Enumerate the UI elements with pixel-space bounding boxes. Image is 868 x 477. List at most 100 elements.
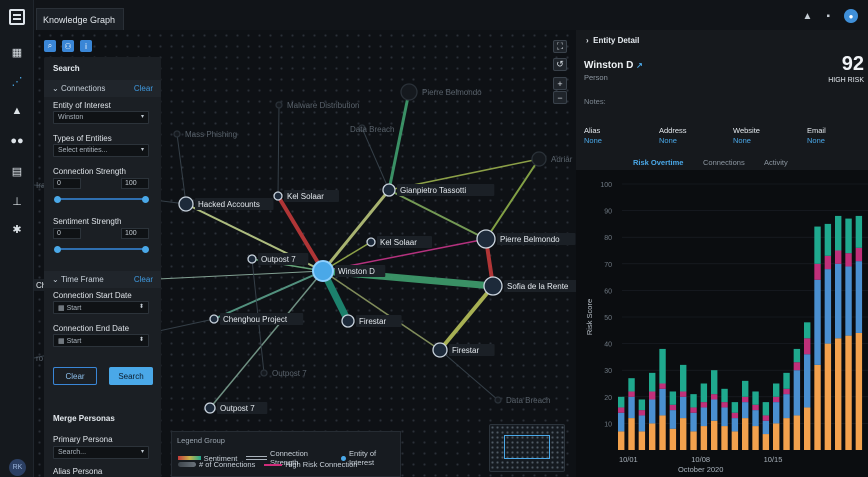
bar-segment[interactable] xyxy=(783,372,790,389)
clear-button[interactable]: Clear xyxy=(53,367,97,385)
info-icon[interactable]: i xyxy=(80,40,92,52)
tab-activity[interactable]: Activity xyxy=(764,158,788,170)
node-label[interactable]: Firestar xyxy=(359,317,386,326)
user-icon[interactable]: ● xyxy=(844,9,858,23)
slider-handle[interactable] xyxy=(54,195,61,203)
bar-segment[interactable] xyxy=(855,261,863,333)
node-label[interactable]: Sofia de la Rente xyxy=(507,282,569,291)
bar-segment[interactable] xyxy=(783,394,790,419)
graph-edge[interactable] xyxy=(439,349,499,401)
node-label[interactable]: Hacked Accounts xyxy=(198,200,260,209)
bar-segment[interactable] xyxy=(638,399,646,411)
bar-segment[interactable] xyxy=(731,431,739,450)
bar-segment[interactable] xyxy=(711,399,718,421)
node-label[interactable]: Outpost 7 xyxy=(272,369,307,378)
primary-persona-select[interactable]: Search... ▾ xyxy=(53,446,149,459)
bar-segment[interactable] xyxy=(638,410,646,416)
bar-segment[interactable] xyxy=(742,396,749,403)
bar-segment[interactable] xyxy=(855,332,863,450)
gear-icon[interactable]: ✱ xyxy=(0,219,34,239)
bar-segment[interactable] xyxy=(835,338,842,450)
reset-icon[interactable]: ↺ xyxy=(553,58,567,71)
node-label[interactable]: Gianpietro Tassotti xyxy=(400,186,466,195)
bar-segment[interactable] xyxy=(669,404,677,411)
bar-segment[interactable] xyxy=(773,383,780,397)
bar-segment[interactable] xyxy=(690,412,697,432)
node-label[interactable]: Malware Distribution xyxy=(287,101,359,110)
start-date-input[interactable]: ▦ Start ⬍ xyxy=(53,301,149,314)
bar-segment[interactable] xyxy=(711,420,718,450)
graph-node[interactable] xyxy=(247,254,257,264)
bar-segment[interactable] xyxy=(649,423,656,450)
graph-edge[interactable] xyxy=(361,127,390,191)
bar-segment[interactable] xyxy=(618,431,625,450)
graph-edge[interactable] xyxy=(485,158,540,240)
node-label[interactable]: Data Breach xyxy=(506,396,550,405)
bar-segment[interactable] xyxy=(814,279,821,365)
fit-icon[interactable]: ⛶ xyxy=(553,40,567,53)
bar-segment[interactable] xyxy=(752,404,759,411)
bar-segment[interactable] xyxy=(711,370,718,395)
bar-segment[interactable] xyxy=(824,343,832,450)
strength-min-input[interactable]: 0 xyxy=(53,178,81,189)
graph-node[interactable] xyxy=(209,314,219,324)
bar-segment[interactable] xyxy=(649,399,656,424)
bar-segment[interactable] xyxy=(628,378,635,392)
node-label[interactable]: Pierre Belmondo xyxy=(500,235,560,244)
bar-segment[interactable] xyxy=(659,388,666,416)
node-label[interactable]: Winston D xyxy=(338,267,375,276)
bar-segment[interactable] xyxy=(793,415,801,450)
node-label[interactable]: Adriar xyxy=(551,155,573,164)
bar-segment[interactable] xyxy=(690,394,697,408)
graph-edge[interactable] xyxy=(321,189,391,272)
bar-segment[interactable] xyxy=(824,269,832,344)
bar-segment[interactable] xyxy=(824,223,832,256)
bar-segment[interactable] xyxy=(814,226,821,264)
table-icon[interactable]: ▤ xyxy=(0,161,34,181)
bar-segment[interactable] xyxy=(845,218,852,254)
bar-segment[interactable] xyxy=(700,426,708,450)
graph-node[interactable] xyxy=(400,83,418,101)
bar-segment[interactable] xyxy=(752,426,759,450)
sentiment-min-input[interactable]: 0 xyxy=(53,228,81,239)
minimap[interactable] xyxy=(489,424,565,472)
node-label[interactable]: Outpost 7 xyxy=(261,255,296,264)
end-date-input[interactable]: ▦ Start ⬍ xyxy=(53,334,149,347)
search-icon[interactable]: ⌕ xyxy=(44,40,56,52)
bar-segment[interactable] xyxy=(618,407,625,413)
timeframe-header[interactable]: ⌄ Time Frame Clear xyxy=(44,271,161,288)
bar-segment[interactable] xyxy=(628,396,635,419)
timeframe-clear-link[interactable]: Clear xyxy=(134,275,153,284)
chevron-right-icon[interactable]: › xyxy=(586,36,589,45)
node-label[interactable]: Kel Solaar xyxy=(380,238,417,247)
bar-segment[interactable] xyxy=(752,410,759,427)
bar-segment[interactable] xyxy=(628,418,635,450)
bar-segment[interactable] xyxy=(762,402,770,416)
bar-segment[interactable] xyxy=(649,391,656,400)
bar-segment[interactable] xyxy=(762,415,770,421)
graph-node[interactable] xyxy=(260,369,268,377)
tab-connections[interactable]: Connections xyxy=(703,158,745,170)
zoom-in-button[interactable]: + xyxy=(553,77,567,90)
graph-edge[interactable] xyxy=(438,284,495,352)
bar-segment[interactable] xyxy=(680,396,687,419)
bar-segment[interactable] xyxy=(845,335,852,450)
bar-segment[interactable] xyxy=(659,415,666,450)
bar-segment[interactable] xyxy=(721,407,728,427)
node-label[interactable]: Data Breach xyxy=(350,125,394,134)
graph-edge[interactable] xyxy=(213,270,324,320)
bar-segment[interactable] xyxy=(731,412,739,419)
bar-segment[interactable] xyxy=(845,253,852,267)
bar-segment[interactable] xyxy=(618,412,625,432)
bar-segment[interactable] xyxy=(669,391,677,405)
node-label[interactable]: Chenghou Project xyxy=(223,315,288,324)
graph-node[interactable] xyxy=(273,191,283,201)
search-button[interactable]: Search xyxy=(109,367,153,385)
bar-segment[interactable] xyxy=(855,215,863,248)
bar-segment[interactable] xyxy=(649,372,656,392)
graph-edge[interactable] xyxy=(387,91,411,191)
bar-segment[interactable] xyxy=(690,407,697,413)
graph-node[interactable] xyxy=(382,183,396,197)
graph-edge[interactable] xyxy=(209,270,324,409)
sentiment-slider[interactable] xyxy=(54,245,149,253)
